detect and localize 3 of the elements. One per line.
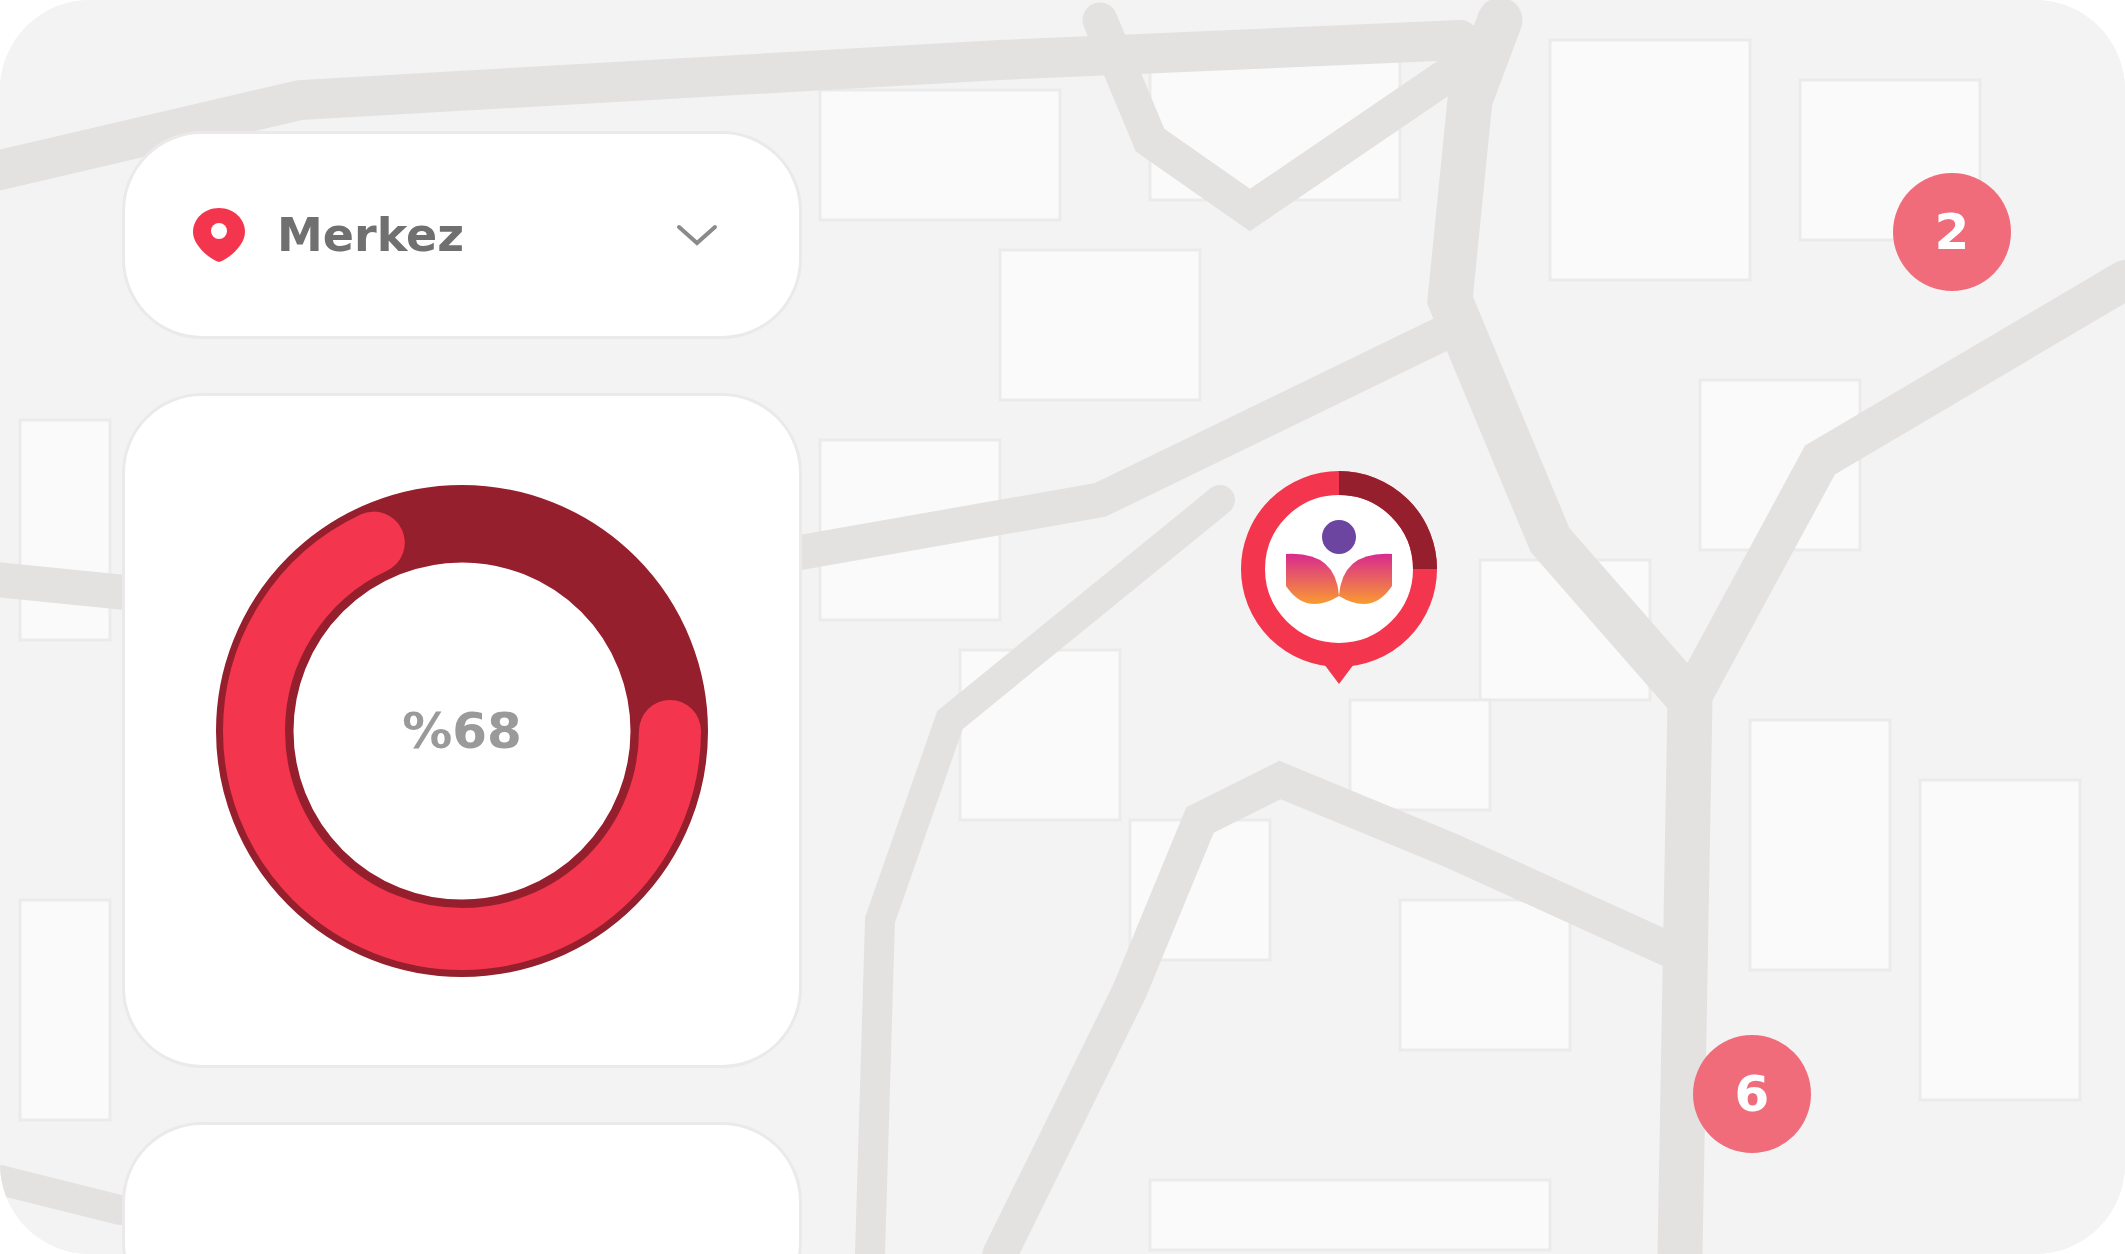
location-dropdown[interactable]: Merkez [122,131,802,339]
progress-percentage: %68 [402,700,522,761]
location-pin-icon [191,206,247,264]
